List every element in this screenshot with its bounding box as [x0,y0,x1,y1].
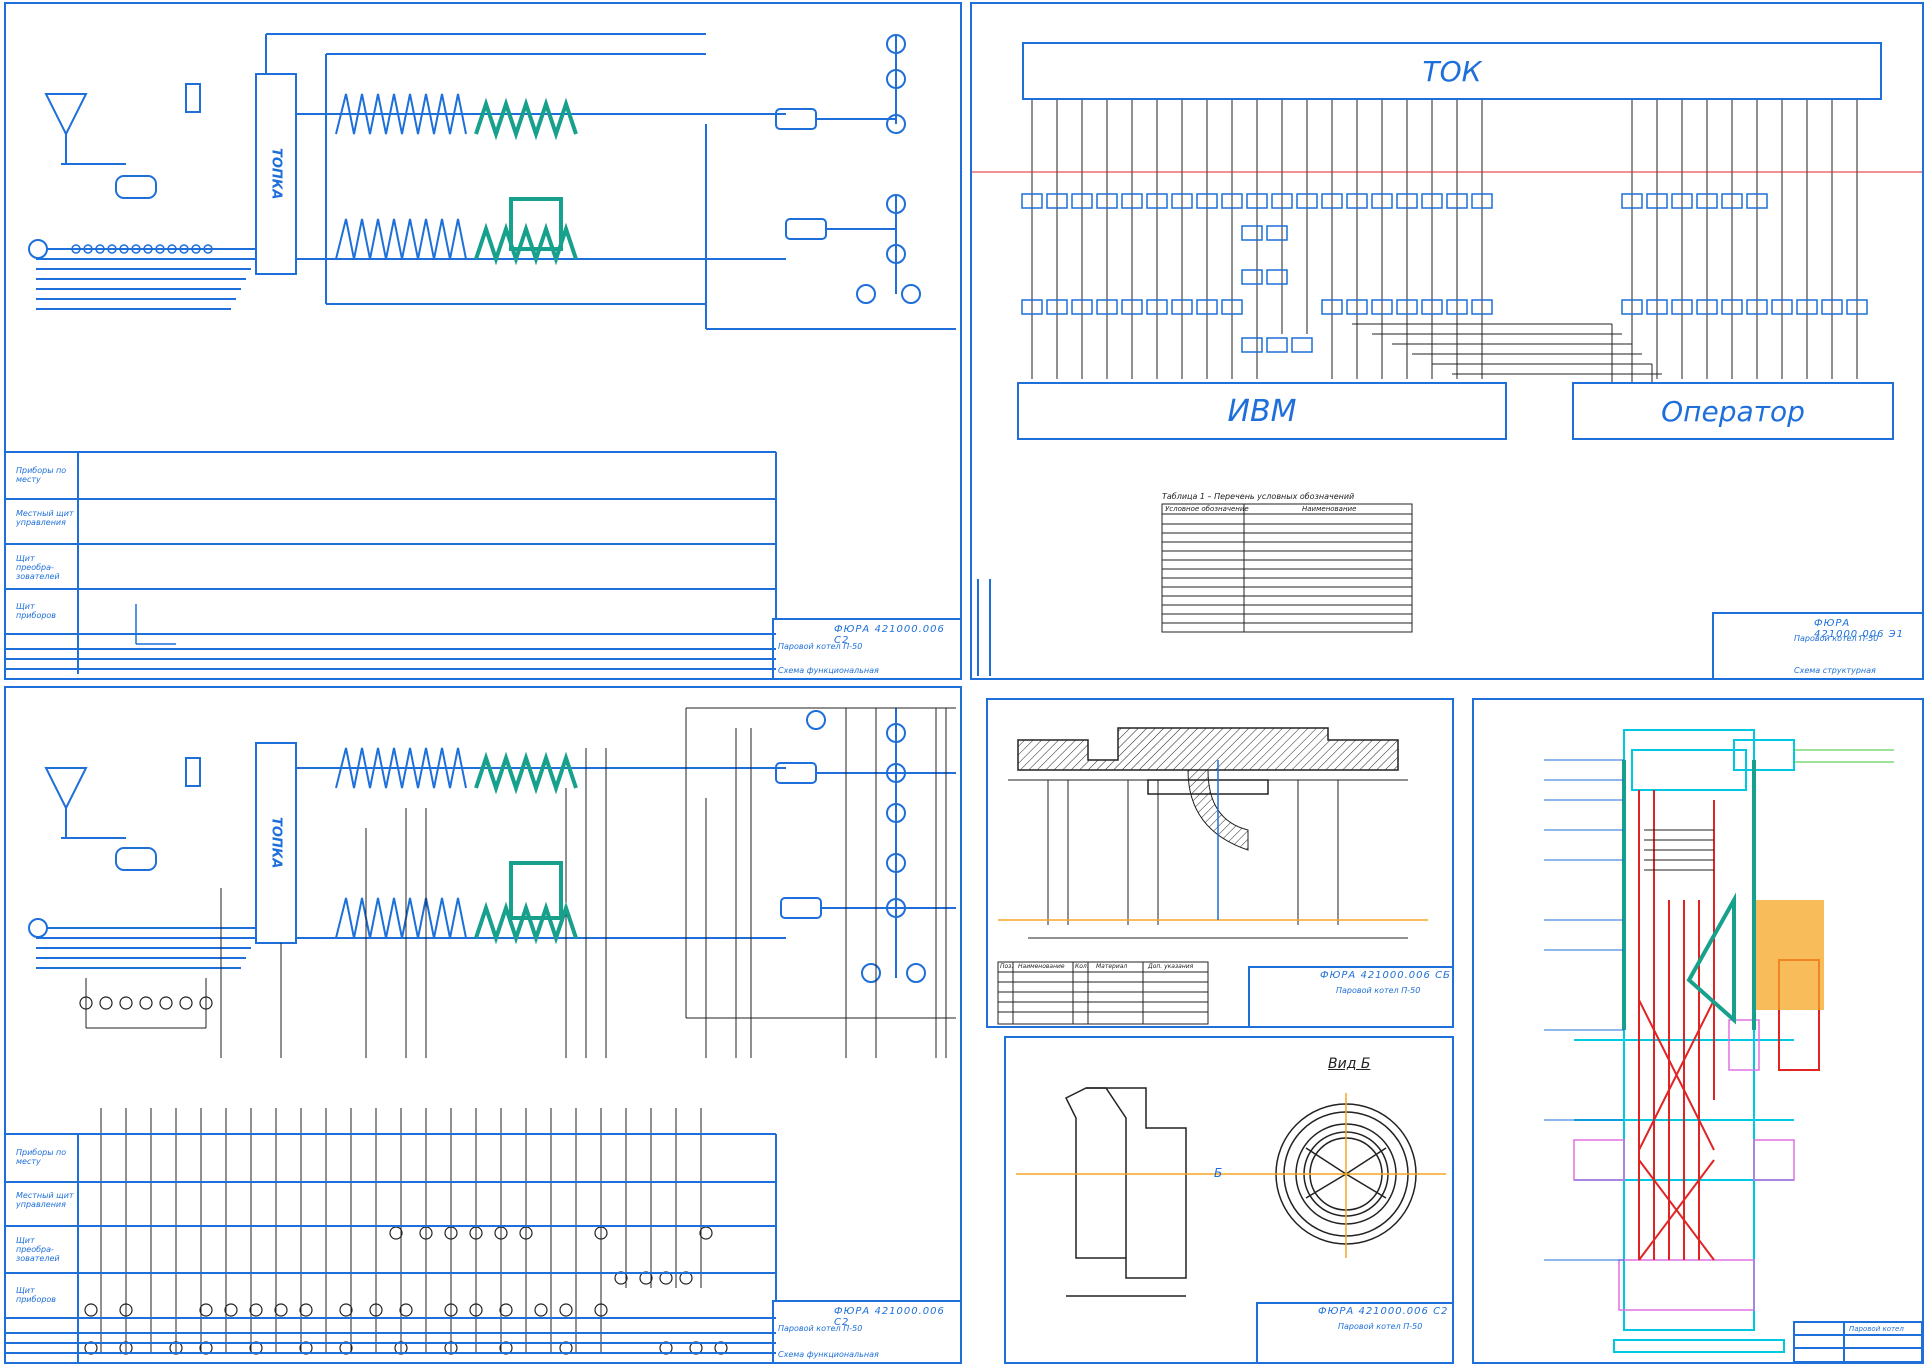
sheet-structure-scheme: ТОК ИВМ Оператор Таблица 1 – Перечень ус… [970,2,1924,680]
stamp-subtitle: Схема функциональная [778,666,879,675]
row-label-instrument-panel: Щит приборов [16,602,57,620]
table-caption: Таблица 1 – Перечень условных обозначени… [1162,492,1355,501]
stamp-title: Паровой котел П-50 [1338,1322,1423,1331]
parts-header-material: Материал [1096,963,1128,970]
parts-header-notes: Доп. указания [1148,963,1194,970]
table-header-symbol: Условное обозначение [1165,505,1249,513]
block-operator: Оператор [1572,382,1894,440]
sheet-detail-top: Поз. Наименование Кол. Материал Доп. ука… [986,698,1454,1028]
stamp-title: Паровой котел П-50 [1794,634,1879,643]
furnace-label-bottom: ТОПКА [268,817,284,869]
title-block-structure: ФЮРА 421000.006 Э1 Паровой котел П-50 Сх… [1712,612,1922,678]
scheme-bottom-drawing [6,707,956,1362]
stamp-code: ФЮРА 421000.006 СБ [1320,970,1451,981]
row-label-converter-panel: Щит преобра-зователей [16,554,60,581]
block-ivm: ИВМ [1017,382,1507,440]
row-label-local-panel: Местный щит управления [16,1191,74,1209]
section-mark: Б [1214,1166,1223,1180]
parts-header-name: Наименование [1018,963,1065,970]
title-block-bottom-left: ФЮРА 421000.006 С2 Паровой котел П-50 Сх… [772,1300,960,1362]
stamp-code: ФЮРА 421000.006 С2 [1318,1306,1449,1317]
block-tok: ТОК [1022,42,1882,100]
furnace-label-top: ТОПКА [268,148,284,200]
table-header-name: Наименование [1302,505,1357,513]
structure-drawing [972,99,1922,676]
sheet-functional-scheme-top: ТОПКА Приборы по месту Местный щит управ… [4,2,962,680]
title-block-detail-bottom: ФЮРА 421000.006 С2 Паровой котел П-50 [1256,1302,1452,1362]
row-label-local: Приборы по месту [16,466,67,484]
stamp-title: Паровой котел П-50 [778,642,863,651]
title-block-top-left: ФЮРА 421000.006 С2 Паровой котел П-50 Сх… [772,618,960,678]
sheet-boiler-assembly: Паровой котел [1472,698,1924,1364]
stamp-subtitle: Схема функциональная [778,1350,879,1359]
view-label: Вид Б [1328,1056,1371,1072]
scheme-top-drawing [6,33,956,674]
sheet-functional-scheme-bottom: ТОПКА Приборы по месту Местный щит управ… [4,686,962,1364]
parts-header-qty: Кол. [1075,963,1089,970]
boiler-drawing [1544,729,1922,1362]
row-label-local-panel: Местный щит управления [16,509,74,527]
stamp-title: Паровой котел П-50 [778,1324,863,1333]
title-block-detail-top: ФЮРА 421000.006 СБ Паровой котел П-50 [1248,966,1452,1026]
row-label-local: Приборы по месту [16,1148,67,1166]
stamp-subtitle: Схема структурная [1794,666,1876,675]
parts-header-pos: Поз. [1000,963,1014,970]
stamp-title: Паровой котел П-50 [1336,986,1421,995]
stamp-title: Паровой котел [1849,1325,1904,1333]
sheet-detail-bottom: Вид Б Б ФЮРА 421000.006 С2 Паровой котел… [1004,1036,1454,1364]
row-label-converter-panel: Щит преобра-зователей [16,1236,60,1263]
row-label-instrument-panel: Щит приборов [16,1286,57,1304]
